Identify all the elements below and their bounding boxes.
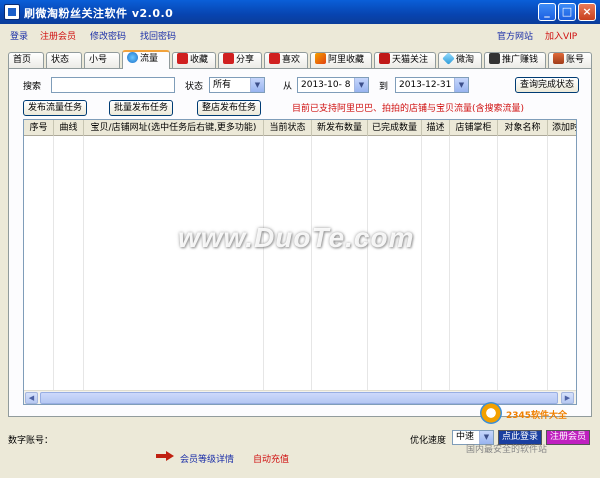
maximize-button[interactable]: □ (558, 3, 576, 21)
globe-icon (127, 52, 138, 63)
col-added-time[interactable]: 添加时 (548, 120, 576, 136)
tab-account[interactable]: 账号 (548, 52, 592, 68)
close-button[interactable]: × (578, 3, 596, 21)
tab-promote-earn[interactable]: 推广赚钱 (484, 52, 546, 68)
tab-share[interactable]: 分享 (218, 52, 262, 68)
task-table[interactable]: 序号 曲线 宝贝/店铺网址(选中任务后右键,更多功能) 当前状态 新发布数量 已… (23, 119, 577, 405)
search-label: 搜索 (23, 82, 42, 92)
window-title: 刷微淘粉丝关注软件 v2.0.0 (24, 7, 174, 20)
publish-traffic-button[interactable]: 发布流量任务 (23, 100, 87, 116)
store-publish-button[interactable]: 整店发布任务 (197, 100, 261, 116)
chevron-down-icon[interactable]: ▼ (454, 78, 468, 92)
tab-bar: 首页 状态 小号 流量 收藏 分享 喜欢 阿里收藏 天猫关注 微淘 推广赚钱 账… (8, 50, 592, 69)
col-index[interactable]: 序号 (24, 120, 54, 136)
table-header: 序号 曲线 宝贝/店铺网址(选中任务后右键,更多功能) 当前状态 新发布数量 已… (24, 120, 576, 136)
from-label: 从 (283, 82, 293, 92)
menu-change-password[interactable]: 修改密码 (90, 29, 126, 42)
col-current-status[interactable]: 当前状态 (264, 120, 312, 136)
chevron-down-icon[interactable]: ▼ (354, 78, 368, 92)
watermark: www.DuoTe.com (178, 222, 415, 253)
support-notice: 目前已支持阿里巴巴、拍拍的店铺与宝贝流量(含搜索流量) (292, 104, 525, 114)
column-divider (83, 136, 84, 390)
app-icon (4, 4, 20, 20)
tab-status[interactable]: 状态 (46, 52, 82, 68)
share-icon (223, 53, 234, 64)
col-curve[interactable]: 曲线 (54, 120, 84, 136)
tab-accounts-small[interactable]: 小号 (84, 52, 120, 68)
to-date-picker[interactable]: 2013-12-31 ▼ (395, 77, 469, 93)
member-level-link[interactable]: 会员等级详情 (180, 452, 234, 465)
arrow-right-icon (156, 451, 174, 461)
search-input[interactable] (51, 77, 175, 93)
column-divider (547, 136, 548, 390)
status-label: 状态 (185, 82, 204, 92)
tab-like[interactable]: 喜欢 (264, 52, 308, 68)
col-new-count[interactable]: 新发布数量 (312, 120, 368, 136)
logo-subtitle: 国内最安全的软件站 (466, 445, 548, 455)
title-bar: 刷微淘粉丝关注软件 v2.0.0 _ □ × (0, 0, 600, 24)
menu-official-site[interactable]: 官方网站 (497, 29, 533, 42)
like-icon (269, 53, 280, 64)
menu-bar: 登录 注册会员 修改密码 找回密码 官方网站 加入VIP (0, 24, 600, 44)
ali-icon (315, 53, 326, 64)
col-shopkeeper[interactable]: 店铺掌柜 (450, 120, 498, 136)
menu-login[interactable]: 登录 (10, 29, 28, 42)
favorite-icon (177, 53, 188, 64)
column-divider (367, 136, 368, 390)
col-url[interactable]: 宝贝/店铺网址(选中任务后右键,更多功能) (84, 120, 264, 136)
tab-tmall-follow[interactable]: 天猫关注 (374, 52, 436, 68)
minimize-button[interactable]: _ (538, 3, 556, 21)
house-icon (553, 53, 564, 64)
tmall-icon (379, 53, 390, 64)
batch-publish-button[interactable]: 批量发布任务 (109, 100, 173, 116)
tab-ali-favorite[interactable]: 阿里收藏 (310, 52, 372, 68)
tab-traffic[interactable]: 流量 (122, 50, 170, 69)
column-divider (311, 136, 312, 390)
menu-register[interactable]: 注册会员 (40, 29, 76, 42)
column-divider (53, 136, 54, 390)
menu-join-vip[interactable]: 加入VIP (545, 29, 577, 42)
from-date-picker[interactable]: 2013-10- 8 ▼ (297, 77, 369, 93)
logo-icon (480, 402, 502, 424)
col-done-count[interactable]: 已完成数量 (368, 120, 422, 136)
col-object-name[interactable]: 对象名称 (498, 120, 548, 136)
column-divider (421, 136, 422, 390)
column-divider (263, 136, 264, 390)
tab-favorite[interactable]: 收藏 (172, 52, 216, 68)
site-logo: 2345软件大全 国内最安全的软件站 (466, 396, 598, 456)
scroll-left-icon[interactable]: ◀ (25, 392, 38, 404)
person-icon (489, 53, 500, 64)
chevron-down-icon[interactable]: ▼ (250, 78, 264, 92)
col-description[interactable]: 描述 (422, 120, 450, 136)
column-divider (449, 136, 450, 390)
tab-home[interactable]: 首页 (8, 52, 44, 68)
tab-weitao[interactable]: 微淘 (438, 52, 482, 68)
diamond-icon (442, 52, 455, 65)
logo-text: 2345软件大全 (506, 411, 568, 421)
query-status-button[interactable]: 查询完成状态 (515, 77, 579, 93)
auto-recharge-link[interactable]: 自动充值 (253, 452, 289, 465)
to-label: 到 (379, 82, 389, 92)
speed-label: 优化速度 (410, 436, 447, 446)
status-select[interactable]: 所有 ▼ (209, 77, 265, 93)
column-divider (497, 136, 498, 390)
menu-find-password[interactable]: 找回密码 (140, 29, 176, 42)
digital-account-label: 数字账号： (8, 436, 54, 446)
